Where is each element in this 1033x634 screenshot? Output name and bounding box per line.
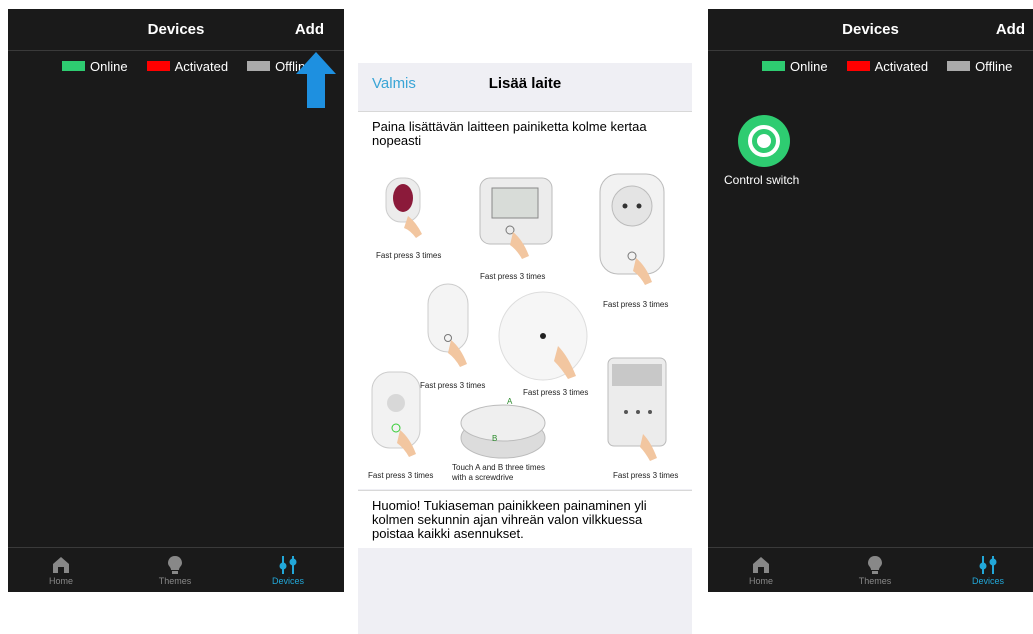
- activated-swatch: [846, 61, 870, 71]
- tab-devices[interactable]: Devices: [958, 554, 1018, 586]
- right-phone-screen: Devices Add Online Activated Offline Contr…: [708, 9, 1033, 592]
- add-button[interactable]: Add: [295, 21, 324, 38]
- instruction-text: Paina lisättävän laitteen painiketta kol…: [372, 119, 647, 148]
- devices-icon: [279, 556, 297, 574]
- control-switch-icon[interactable]: [738, 115, 790, 167]
- page-title: Devices: [842, 21, 899, 38]
- tab-devices[interactable]: Devices: [258, 554, 318, 586]
- tab-devices-label: Devices: [271, 576, 304, 586]
- nav-bar: Valmis Lisää laite: [358, 63, 692, 103]
- warning-note: Huomio! Tukiaseman painikkeen painaminen…: [358, 490, 692, 548]
- caption-7: Fast press 3 times: [613, 471, 678, 480]
- tab-devices-label: Devices: [971, 576, 1004, 586]
- note-text: Huomio! Tukiaseman painikkeen painaminen…: [372, 498, 647, 541]
- caption-6: Fast press 3 times: [368, 471, 433, 480]
- instruction-card: Paina lisättävän laitteen painiketta kol…: [358, 111, 692, 159]
- label-b: B: [492, 434, 497, 443]
- devices-illustration: Fast press 3 times Fast press 3 times Fa…: [368, 173, 678, 482]
- caption-4: Fast press 3 times: [420, 381, 485, 390]
- tab-home-label: Home: [48, 576, 73, 586]
- bulb-icon: [168, 556, 182, 574]
- left-phone-screen: Devices Add Online Activated Offline Home …: [8, 9, 344, 592]
- caption-8b: with a screwdrive: [451, 473, 514, 482]
- tab-themes[interactable]: Themes: [145, 554, 205, 586]
- page-title: Devices: [147, 21, 205, 38]
- tab-themes-label: Themes: [858, 576, 892, 586]
- legend-activated: Activated: [874, 59, 929, 74]
- tab-home-label: Home: [748, 576, 773, 586]
- legend-offline: Offline: [975, 59, 1013, 74]
- status-legend: Online Activated Offline: [762, 59, 1012, 74]
- device-instruction-image: Fast press 3 times Fast press 3 times Fa…: [358, 158, 692, 489]
- tab-themes[interactable]: Themes: [845, 554, 905, 586]
- caption-3: Fast press 3 times: [603, 300, 668, 309]
- tab-home[interactable]: Home: [731, 554, 791, 586]
- device-label: Control switch: [724, 173, 800, 187]
- header-bar: Devices Add: [708, 9, 1033, 51]
- legend-activated: Activated: [174, 59, 229, 74]
- caption-8a: Touch A and B three times: [452, 463, 545, 472]
- caption-5: Fast press 3 times: [523, 388, 588, 397]
- bulb-icon: [868, 556, 882, 574]
- tab-themes-label: Themes: [158, 576, 192, 586]
- add-device-screen: Valmis Lisää laite Paina lisättävän lait…: [358, 63, 692, 634]
- home-icon: [53, 557, 69, 573]
- tab-bar: Home Themes Devices: [8, 547, 344, 592]
- activated-swatch: [146, 61, 170, 71]
- tab-home[interactable]: Home: [31, 554, 91, 586]
- header-bar: Devices Add: [8, 9, 344, 51]
- online-swatch: [762, 61, 785, 71]
- caption-2: Fast press 3 times: [480, 272, 545, 281]
- page-title: Lisää laite: [488, 75, 562, 92]
- offline-swatch: [947, 61, 971, 71]
- home-icon: [753, 557, 769, 573]
- status-legend: Online Activated Offline: [62, 59, 331, 74]
- tab-bar: Home Themes Devices: [708, 547, 1033, 592]
- label-a: A: [507, 397, 513, 406]
- legend-online: Online: [790, 59, 828, 74]
- offline-swatch: [247, 61, 271, 71]
- caption-1: Fast press 3 times: [376, 251, 441, 260]
- devices-icon: [979, 556, 997, 574]
- online-swatch: [62, 61, 85, 71]
- add-button[interactable]: Add: [996, 21, 1025, 38]
- legend-online: Online: [90, 59, 128, 74]
- arrow-up-icon: [296, 52, 336, 108]
